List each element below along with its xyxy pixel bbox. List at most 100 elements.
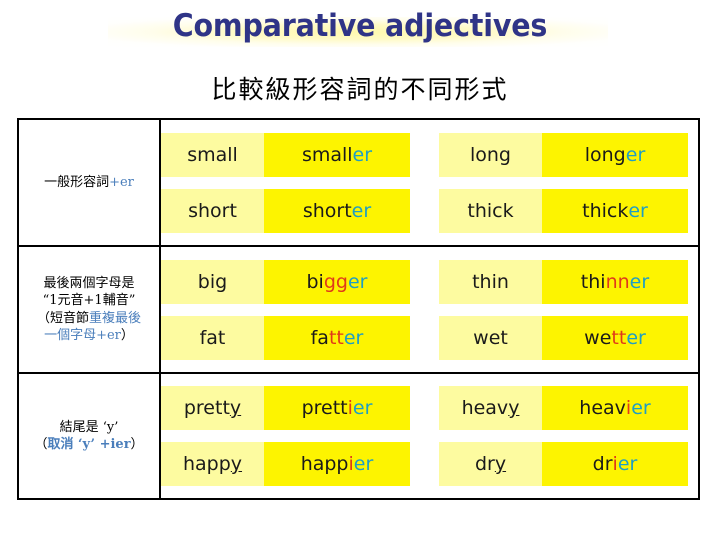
suffix-er-comparative: er: [631, 397, 651, 419]
rule-label-line: （短音節重複最後: [37, 310, 141, 327]
comparative-adjective-cell: prett i er: [264, 386, 410, 430]
word-text: wet: [473, 326, 508, 349]
word-text: fa: [310, 326, 329, 349]
title-area: Comparative adjectives: [0, 0, 720, 60]
word-pair-line: fat fa tt er wet we tt er: [161, 315, 698, 360]
suffix-er-comparative: er: [351, 199, 372, 222]
table-row: 最後兩個字母是 “1元音+1輔音” （短音節重複最後 一個字母+er） big bi gg e…: [19, 247, 698, 374]
comparative-adjective-cell: happ i er: [264, 442, 410, 486]
word-pair-line: short short er thick thick er: [161, 188, 698, 233]
base-adjective-cell: thick: [439, 188, 542, 233]
comparative-adjective-cell: short er: [264, 188, 410, 233]
rule-accent-text: 一個字母+er: [44, 327, 121, 343]
suffix-er-comparative: er: [352, 143, 373, 166]
comparative-adjective-cell: fa tt er: [264, 315, 410, 360]
comparative-adjective-cell: bi gg er: [264, 259, 410, 304]
word-text: happ: [182, 453, 231, 475]
rule-label-line: 一個字母+er）: [37, 327, 141, 344]
comparative-adjective-cell: long er: [542, 132, 688, 177]
table-row: 一般形容詞+er small small er long long er short short…: [19, 120, 698, 247]
subtitle: 比較級形容詞的不同形式: [211, 75, 509, 104]
comparative-adjectives-table: 一般形容詞+er small small er long long er short short…: [17, 118, 700, 500]
word-text: small: [187, 143, 238, 166]
suffix-er-comparative: er: [352, 397, 373, 419]
rule-label-line: 一般形容詞+er: [44, 174, 134, 191]
rule-label-text: 最後兩個字母是 “1元音+1輔音” （短音節重複最後 一個字母+er）: [37, 275, 141, 344]
comparative-adjective-cell: thi nn er: [542, 259, 688, 304]
word-text: prett: [301, 397, 348, 419]
suffix-er-comparative: er: [625, 143, 646, 166]
rule-label-line: “1元音+1輔音”: [37, 292, 141, 309]
underlined-y-base: y: [494, 453, 507, 475]
base-adjective-cell: dr y: [439, 442, 542, 486]
word-text: （: [34, 437, 48, 452]
word-pairs-cell: big bi gg er thin thi nn er fat fa tt er wet we tt er: [161, 247, 698, 372]
rule-label-text: 一般形容詞+er: [44, 174, 134, 191]
changed-letters-comparative: tt: [611, 326, 627, 349]
word-pair-line: happ y happ i er dr y dr i er: [161, 442, 698, 486]
rule-accent-text: +er: [109, 174, 134, 190]
base-adjective-cell: thin: [439, 259, 542, 304]
rule-accent-text: 重複最後: [89, 310, 142, 326]
word-text: bi: [306, 270, 324, 293]
word-text: fat: [199, 326, 226, 349]
word-text: we: [584, 326, 612, 349]
base-adjective-cell: short: [161, 188, 264, 233]
rule-label-text: 結尾是 ‘y’ （取消 ‘y’ +ier）: [34, 419, 143, 453]
suffix-er-comparative: er: [617, 453, 638, 475]
changed-letters-comparative: nn: [605, 270, 630, 293]
word-text: thin: [472, 270, 509, 293]
suffix-er-comparative: er: [353, 453, 374, 475]
word-text: long: [469, 143, 511, 166]
changed-letters-comparative: gg: [323, 270, 348, 293]
word-text: ）: [120, 327, 134, 343]
word-text: thick: [467, 199, 514, 222]
comparative-adjective-cell: thick er: [542, 188, 688, 233]
word-text: big: [197, 270, 228, 293]
base-adjective-cell: big: [161, 259, 264, 304]
rule-accent-text: 取消 ‘y’ +ier: [47, 437, 131, 452]
word-text: heav: [579, 397, 626, 419]
word-pair-line: small small er long long er: [161, 132, 698, 177]
underlined-y-base: y: [230, 453, 243, 475]
word-text: thick: [582, 199, 629, 222]
comparative-adjective-cell: dr i er: [542, 442, 688, 486]
rule-label-line: 最後兩個字母是: [37, 275, 141, 292]
rule-label-cell: 結尾是 ‘y’ （取消 ‘y’ +ier）: [19, 374, 161, 498]
word-text: short: [302, 199, 352, 222]
comparative-adjective-cell: heav i er: [542, 386, 688, 430]
word-pairs-cell: small small er long long er short short er thick t…: [161, 120, 698, 245]
word-text: thi: [580, 270, 606, 293]
base-adjective-cell: fat: [161, 315, 264, 360]
word-text: “1元音+1輔音”: [42, 293, 136, 309]
word-text: ）: [130, 437, 144, 452]
word-text: prett: [183, 397, 230, 419]
comparative-adjective-cell: small er: [264, 132, 410, 177]
suffix-er-comparative: er: [626, 326, 646, 349]
base-adjective-cell: happ y: [161, 442, 264, 486]
base-adjective-cell: heav y: [439, 386, 542, 430]
table-row: 結尾是 ‘y’ （取消 ‘y’ +ier） prett y prett i er heav y h…: [19, 374, 698, 498]
rule-label-line: 結尾是 ‘y’: [34, 419, 143, 436]
base-adjective-cell: prett y: [161, 386, 264, 430]
word-pairs-cell: prett y prett i er heav y heav i er happ y happ i er dr…: [161, 374, 698, 498]
word-text: 結尾是 ‘y’: [59, 419, 119, 435]
word-pair-line: big bi gg er thin thi nn er: [161, 259, 698, 304]
rule-label-cell: 最後兩個字母是 “1元音+1輔音” （短音節重複最後 一個字母+er）: [19, 247, 161, 372]
suffix-er-comparative: er: [343, 326, 364, 349]
base-adjective-cell: long: [439, 132, 542, 177]
word-text: （短音節: [36, 310, 89, 326]
suffix-er-comparative: er: [347, 270, 368, 293]
word-pair-line: prett y prett i er heav y heav i er: [161, 386, 698, 430]
word-text: long: [584, 143, 626, 166]
base-adjective-cell: wet: [439, 315, 542, 360]
word-text: heav: [461, 397, 509, 419]
suffix-er-comparative: er: [629, 270, 650, 293]
page-title: Comparative adjectives: [172, 8, 548, 44]
word-text: short: [188, 199, 237, 222]
word-text: 最後兩個字母是: [43, 276, 135, 292]
rule-label-cell: 一般形容詞+er: [19, 120, 161, 245]
base-adjective-cell: small: [161, 132, 264, 177]
suffix-er-comparative: er: [628, 199, 648, 222]
word-text: dr: [474, 453, 495, 475]
